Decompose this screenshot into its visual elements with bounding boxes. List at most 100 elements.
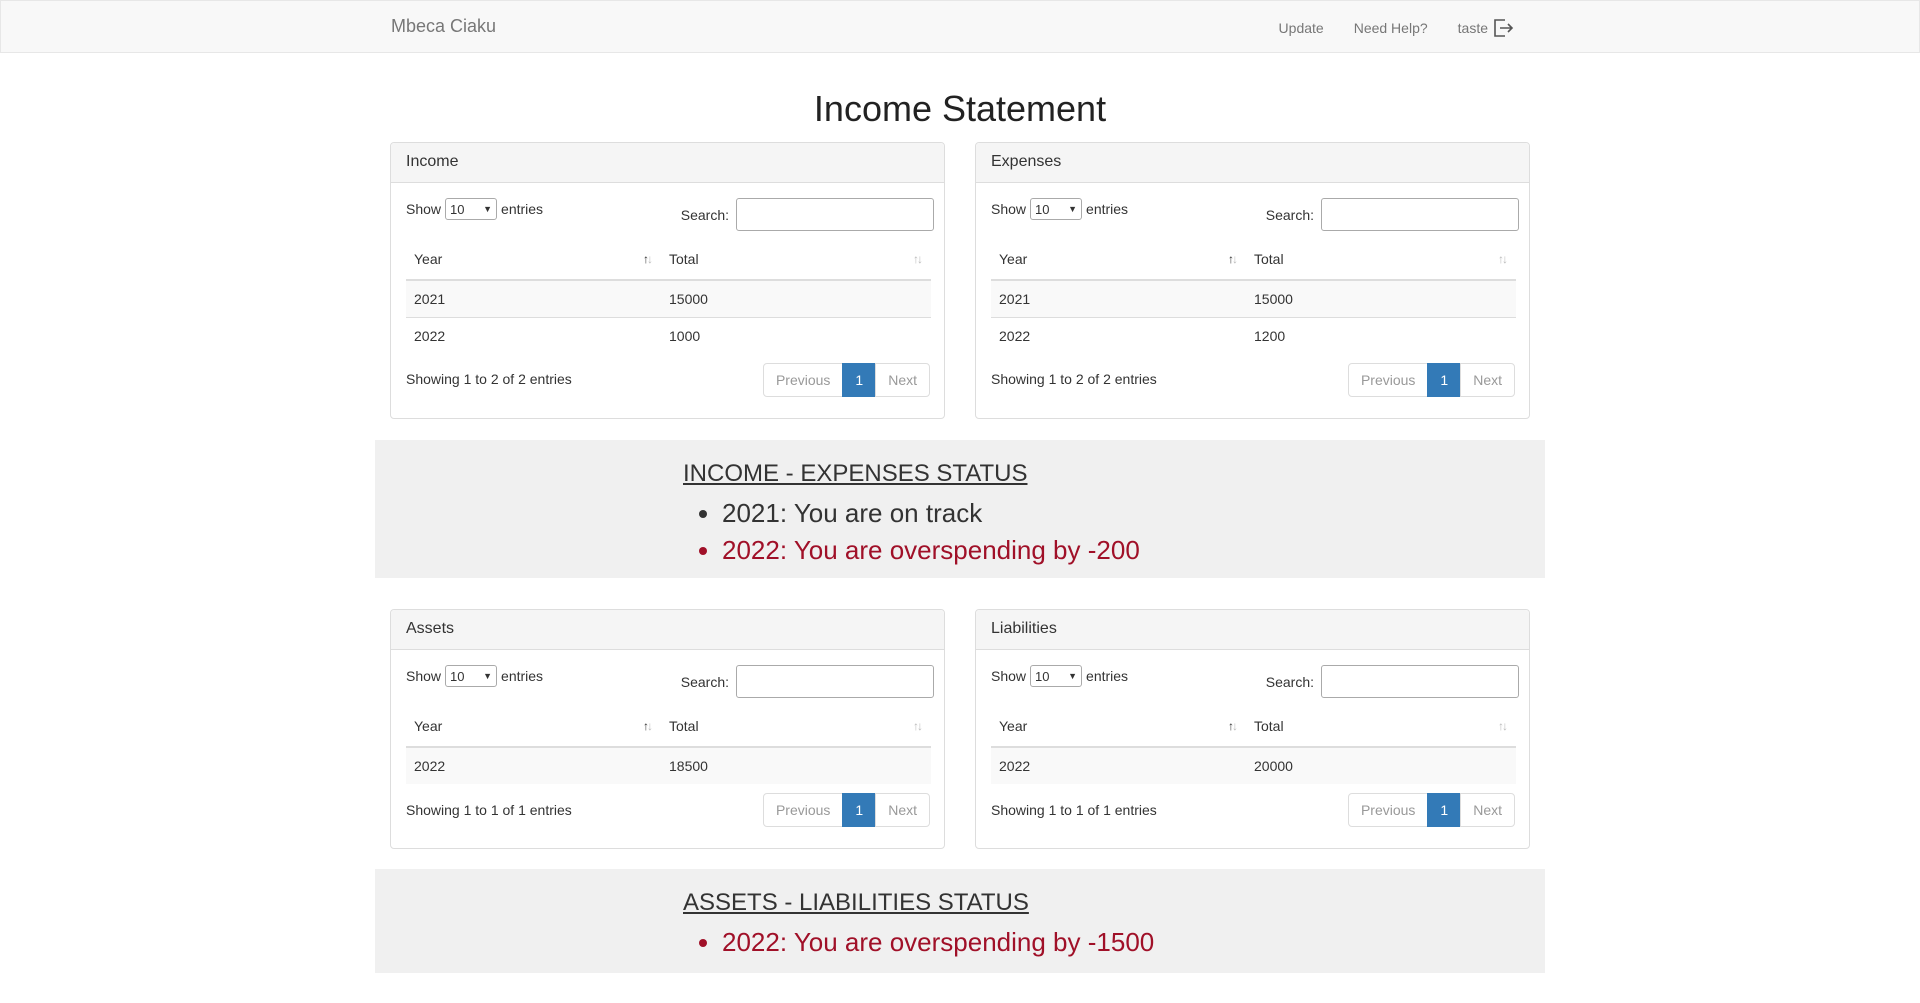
income-panel: Income Show 10 ▼ entries Search: Year ↑↓ bbox=[390, 142, 945, 419]
page-size-value: 10 bbox=[1035, 201, 1050, 217]
entries-label: entries bbox=[1086, 201, 1129, 217]
length-control: Show 10 ▼ entries bbox=[406, 665, 543, 687]
show-label: Show bbox=[406, 668, 442, 684]
entries-label: entries bbox=[1086, 668, 1129, 684]
cell-total: 1000 bbox=[661, 316, 931, 354]
username-label: taste bbox=[1457, 20, 1488, 36]
previous-button[interactable]: Previous bbox=[762, 793, 844, 827]
search-input[interactable] bbox=[1321, 665, 1519, 698]
previous-button[interactable]: Previous bbox=[1347, 793, 1429, 827]
pagination: Previous 1 Next bbox=[1347, 793, 1515, 827]
page-size-select[interactable]: 10 ▼ bbox=[1030, 665, 1083, 687]
cell-year: 2022 bbox=[406, 316, 661, 354]
assets-table: Year ↑↓ Total ↑↓ 2022 18500 bbox=[406, 705, 931, 784]
status-title: ASSETS - LIABILITIES STATUS bbox=[683, 889, 1029, 916]
search-label: Search: bbox=[680, 673, 729, 690]
next-button[interactable]: Next bbox=[875, 793, 930, 827]
income-table: Year ↑↓ Total ↑↓ 2021 15000 2022 1000 bbox=[406, 238, 931, 354]
panel-title: Liabilities bbox=[976, 610, 1529, 650]
column-header-year[interactable]: Year ↑↓ bbox=[991, 238, 1246, 281]
sort-icon: ↑↓ bbox=[1498, 252, 1508, 266]
brand-logo[interactable]: Mbeca Ciaku bbox=[391, 16, 496, 37]
column-header-total[interactable]: Total ↑↓ bbox=[661, 705, 931, 748]
status-list: 2021: You are on track 2022: You are ove… bbox=[683, 495, 1140, 569]
table-info: Showing 1 to 2 of 2 entries bbox=[991, 371, 1157, 387]
cell-year: 2022 bbox=[406, 746, 661, 784]
column-label: Year bbox=[414, 250, 443, 267]
page-size-value: 10 bbox=[450, 201, 465, 217]
page-size-value: 10 bbox=[1035, 668, 1050, 684]
sort-asc-icon: ↑↓ bbox=[1228, 252, 1238, 266]
assets-liabilities-status: ASSETS - LIABILITIES STATUS 2022: You ar… bbox=[375, 869, 1545, 973]
column-label: Total bbox=[669, 250, 699, 267]
cell-total: 15000 bbox=[1246, 279, 1516, 317]
column-header-year[interactable]: Year ↑↓ bbox=[991, 705, 1246, 748]
cell-year: 2021 bbox=[991, 279, 1246, 317]
status-list: 2022: You are overspending by -1500 bbox=[683, 924, 1154, 961]
previous-button[interactable]: Previous bbox=[762, 363, 844, 397]
next-button[interactable]: Next bbox=[1460, 363, 1515, 397]
table-row: 2022 18500 bbox=[406, 746, 931, 784]
column-label: Year bbox=[999, 717, 1028, 734]
column-label: Year bbox=[414, 717, 443, 734]
sort-icon: ↑↓ bbox=[913, 252, 923, 266]
column-label: Total bbox=[669, 717, 699, 734]
search-input[interactable] bbox=[1321, 198, 1519, 231]
nav-help-link[interactable]: Need Help? bbox=[1354, 20, 1428, 36]
search-label: Search: bbox=[1265, 206, 1314, 223]
previous-button[interactable]: Previous bbox=[1347, 363, 1429, 397]
income-expenses-status: INCOME - EXPENSES STATUS 2021: You are o… bbox=[375, 440, 1545, 578]
table-row: 2021 15000 bbox=[991, 279, 1516, 317]
search-label: Search: bbox=[680, 206, 729, 223]
cell-year: 2022 bbox=[991, 746, 1246, 784]
column-label: Total bbox=[1254, 717, 1284, 734]
next-button[interactable]: Next bbox=[875, 363, 930, 397]
panel-title: Assets bbox=[391, 610, 944, 650]
status-item-warning: 2022: You are overspending by -200 bbox=[722, 532, 1140, 569]
column-header-total[interactable]: Total ↑↓ bbox=[661, 238, 931, 281]
expenses-table: Year ↑↓ Total ↑↓ 2021 15000 2022 1200 bbox=[991, 238, 1516, 354]
pagination: Previous 1 Next bbox=[1347, 363, 1515, 397]
search-input[interactable] bbox=[736, 198, 934, 231]
chevron-down-icon: ▼ bbox=[483, 204, 493, 214]
length-control: Show 10 ▼ entries bbox=[406, 198, 543, 220]
length-control: Show 10 ▼ entries bbox=[991, 198, 1128, 220]
table-row: 2022 1000 bbox=[406, 316, 931, 354]
search-input[interactable] bbox=[736, 665, 934, 698]
page-size-select[interactable]: 10 ▼ bbox=[1030, 198, 1083, 220]
page-1-button[interactable]: 1 bbox=[1427, 793, 1462, 827]
show-label: Show bbox=[991, 668, 1027, 684]
liabilities-panel: Liabilities Show 10 ▼ entries Search: Ye… bbox=[975, 609, 1530, 849]
search-control: Search: bbox=[681, 198, 934, 231]
page-1-button[interactable]: 1 bbox=[1427, 363, 1462, 397]
pagination: Previous 1 Next bbox=[762, 793, 930, 827]
status-title: INCOME - EXPENSES STATUS bbox=[683, 460, 1028, 487]
page-1-button[interactable]: 1 bbox=[842, 793, 877, 827]
nav-user-logout-link[interactable]: taste bbox=[1458, 18, 1514, 38]
page-size-select[interactable]: 10 ▼ bbox=[445, 665, 498, 687]
column-header-total[interactable]: Total ↑↓ bbox=[1246, 238, 1516, 281]
assets-panel: Assets Show 10 ▼ entries Search: Year ↑↓ bbox=[390, 609, 945, 849]
column-header-total[interactable]: Total ↑↓ bbox=[1246, 705, 1516, 748]
chevron-down-icon: ▼ bbox=[1068, 671, 1078, 681]
column-label: Total bbox=[1254, 250, 1284, 267]
sort-asc-icon: ↑↓ bbox=[1228, 719, 1238, 733]
cell-total: 1200 bbox=[1246, 316, 1516, 354]
pagination: Previous 1 Next bbox=[762, 363, 930, 397]
show-label: Show bbox=[991, 201, 1027, 217]
logout-icon bbox=[1494, 19, 1514, 37]
page-size-select[interactable]: 10 ▼ bbox=[445, 198, 498, 220]
expenses-panel: Expenses Show 10 ▼ entries Search: Year … bbox=[975, 142, 1530, 419]
column-header-year[interactable]: Year ↑↓ bbox=[406, 705, 661, 748]
column-header-year[interactable]: Year ↑↓ bbox=[406, 238, 661, 281]
search-control: Search: bbox=[1266, 198, 1519, 231]
cell-year: 2021 bbox=[406, 279, 661, 317]
page-1-button[interactable]: 1 bbox=[842, 363, 877, 397]
table-row: 2022 20000 bbox=[991, 746, 1516, 784]
status-item-warning: 2022: You are overspending by -1500 bbox=[722, 924, 1154, 961]
cell-year: 2022 bbox=[991, 316, 1246, 354]
nav-update-link[interactable]: Update bbox=[1279, 20, 1324, 36]
next-button[interactable]: Next bbox=[1460, 793, 1515, 827]
cell-total: 18500 bbox=[661, 746, 931, 784]
chevron-down-icon: ▼ bbox=[1068, 204, 1078, 214]
